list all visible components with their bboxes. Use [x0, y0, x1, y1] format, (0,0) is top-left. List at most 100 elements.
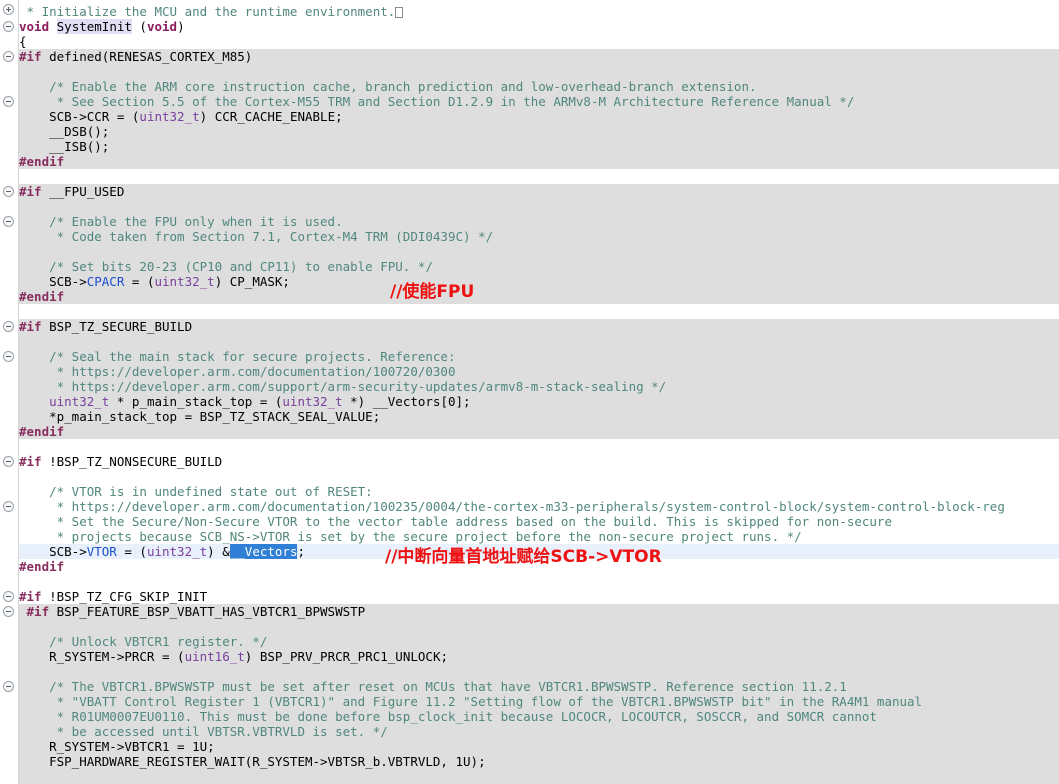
- preprocessor-directive: #endif: [19, 289, 65, 304]
- code-line[interactable]: *p_main_stack_top = BSP_TZ_STACK_SEAL_VA…: [19, 409, 380, 424]
- code-line[interactable]: FSP_HARDWARE_REGISTER_WAIT(R_SYSTEM->VBT…: [19, 754, 486, 769]
- keyword-void: void: [19, 19, 57, 34]
- code-line[interactable]: SCB->CCR = (uint32_t) CCR_CACHE_ENABLE;: [19, 109, 343, 124]
- line-text: SCB->: [19, 274, 87, 289]
- code-line[interactable]: * Code taken from Section 7.1, Cortex-M4…: [19, 229, 494, 244]
- type-token: uint32_t: [282, 394, 343, 409]
- line-text: R_SYSTEM->VBTCR1 = 1U;: [19, 739, 215, 754]
- code-line[interactable]: SCB->VTOR = (uint32_t) &__Vectors;: [19, 544, 305, 559]
- line-text: ) &: [207, 544, 230, 559]
- line-text: BSP_FEATURE_BSP_VBATT_HAS_VBTCR1_BPWSWST…: [49, 604, 366, 619]
- line-text: * Initialize the MCU and the runtime env…: [19, 4, 396, 19]
- line-text: {: [19, 34, 27, 49]
- line-text: __FPU_USED: [41, 184, 125, 199]
- collapse-fold-marker-icon[interactable]: [3, 351, 14, 362]
- code-line[interactable]: #if !BSP_TZ_CFG_SKIP_INIT: [19, 589, 207, 604]
- field-token: VTOR: [86, 544, 117, 559]
- collapse-fold-marker-icon[interactable]: [3, 321, 14, 332]
- code-line[interactable]: R_SYSTEM->VBTCR1 = 1U;: [19, 739, 215, 754]
- line-text: R_SYSTEM->PRCR = (: [19, 649, 185, 664]
- code-line[interactable]: /* The VBTCR1.BPWSWSTP must be set after…: [19, 679, 847, 694]
- code-line[interactable]: * R01UM0007EU0110. This must be done bef…: [19, 709, 877, 724]
- collapse-fold-marker-icon[interactable]: [3, 51, 14, 62]
- line-text: * R01UM0007EU0110. This must be done bef…: [19, 709, 877, 724]
- code-editor[interactable]: * Initialize the MCU and the runtime env…: [0, 0, 1059, 784]
- line-text: __ISB();: [19, 139, 110, 154]
- code-line[interactable]: * Set the Secure/Non-Secure VTOR to the …: [19, 514, 892, 529]
- line-text: ) CP_MASK;: [214, 274, 290, 289]
- preprocessor-directive: #if: [19, 589, 42, 604]
- preprocessor-directive: #if: [26, 604, 50, 619]
- code-line[interactable]: /* Enable the FPU only when it is used.: [19, 214, 343, 229]
- line-text: ) CCR_CACHE_ENABLE;: [199, 109, 343, 124]
- code-line[interactable]: * https://developer.arm.com/documentatio…: [19, 499, 1005, 514]
- collapse-fold-marker-icon[interactable]: [3, 186, 14, 197]
- code-line[interactable]: /* VTOR is in undefined state out of RES…: [19, 484, 373, 499]
- collapse-fold-marker-icon[interactable]: [3, 21, 14, 32]
- preprocessor-directive: #endif: [19, 424, 65, 439]
- code-line[interactable]: #if defined(RENESAS_CORTEX_M85): [19, 49, 252, 64]
- preprocessor-directive: #endif: [19, 559, 65, 574]
- annotation-vtor: //中断向量首地址赋给SCB->VTOR: [385, 547, 662, 567]
- collapse-fold-marker-icon[interactable]: [3, 606, 14, 617]
- keyword-void: void: [146, 19, 178, 34]
- type-token: uint32_t: [139, 109, 200, 124]
- collapse-fold-marker-icon[interactable]: [3, 216, 14, 227]
- code-line[interactable]: __DSB();: [19, 124, 109, 139]
- line-text: = (: [116, 544, 147, 559]
- type-token: uint32_t: [19, 394, 110, 409]
- collapse-fold-marker-icon[interactable]: [3, 456, 14, 467]
- code-line[interactable]: /* Set bits 20-23 (CP10 and CP11) to ena…: [19, 259, 433, 274]
- code-line[interactable]: #if __FPU_USED: [19, 184, 124, 199]
- line-text: /* The VBTCR1.BPWSWSTP must be set after…: [19, 679, 847, 694]
- code-line[interactable]: #endif: [19, 289, 64, 304]
- line-text: defined(RENESAS_CORTEX_M85): [41, 49, 253, 64]
- collapse-fold-marker-icon[interactable]: [3, 681, 14, 692]
- line-text: BSP_TZ_SECURE_BUILD: [41, 319, 193, 334]
- code-line[interactable]: * https://developer.arm.com/documentatio…: [19, 364, 456, 379]
- type-token: uint32_t: [154, 274, 215, 289]
- expand-fold-marker-icon[interactable]: [3, 4, 14, 15]
- code-line[interactable]: * https://developer.arm.com/support/arm-…: [19, 379, 667, 394]
- line-text: /* VTOR is in undefined state out of RES…: [19, 484, 373, 499]
- line-text: (: [131, 19, 147, 34]
- line-text: *p_main_stack_top = BSP_TZ_STACK_SEAL_VA…: [19, 409, 381, 424]
- field-token: CPACR: [86, 274, 125, 289]
- code-line[interactable]: __ISB();: [19, 139, 109, 154]
- code-line[interactable]: uint32_t * p_main_stack_top = (uint32_t …: [19, 394, 471, 409]
- code-line[interactable]: * be accessed until VBTSR.VBTRVLD is set…: [19, 724, 388, 739]
- preprocessor-directive: #if: [19, 319, 42, 334]
- code-line[interactable]: #if BSP_TZ_SECURE_BUILD: [19, 319, 192, 334]
- code-line[interactable]: void SystemInit (void): [19, 19, 185, 34]
- code-line[interactable]: #if !BSP_TZ_NONSECURE_BUILD: [19, 454, 222, 469]
- code-line[interactable]: {: [19, 34, 27, 49]
- collapse-fold-marker-icon[interactable]: [3, 501, 14, 512]
- code-line[interactable]: * "VBATT Control Register 1 (VBTCR1)" an…: [19, 694, 922, 709]
- code-line[interactable]: R_SYSTEM->PRCR = (uint16_t) BSP_PRV_PRCR…: [19, 649, 448, 664]
- function-name-occurrence: SystemInit: [56, 19, 132, 34]
- type-token: uint32_t: [146, 544, 208, 559]
- line-text: * https://developer.arm.com/support/arm-…: [19, 379, 667, 394]
- code-line[interactable]: * See Section 5.5 of the Cortex-M55 TRM …: [19, 94, 855, 109]
- line-text: * Set the Secure/Non-Secure VTOR to the …: [19, 514, 892, 529]
- collapse-fold-marker-icon[interactable]: [3, 96, 14, 107]
- code-line[interactable]: #endif: [19, 559, 64, 574]
- line-text: !BSP_TZ_CFG_SKIP_INIT: [41, 589, 208, 604]
- code-line[interactable]: /* Enable the ARM core instruction cache…: [19, 79, 756, 94]
- collapse-fold-marker-icon[interactable]: [3, 591, 14, 602]
- preprocessor-directive: #if: [19, 184, 42, 199]
- code-line[interactable]: /* Seal the main stack for secure projec…: [19, 349, 455, 364]
- editor-gutter[interactable]: [0, 0, 19, 784]
- line-text: * https://developer.arm.com/documentatio…: [19, 499, 1005, 514]
- unrendered-char-glyph: [395, 7, 404, 18]
- code-line[interactable]: #if BSP_FEATURE_BSP_VBATT_HAS_VBTCR1_BPW…: [19, 604, 366, 619]
- code-line[interactable]: #endif: [19, 424, 64, 439]
- selected-text[interactable]: __Vectors: [229, 544, 298, 559]
- code-line[interactable]: * Initialize the MCU and the runtime env…: [19, 4, 404, 19]
- code-line[interactable]: #endif: [19, 154, 64, 169]
- line-text: * be accessed until VBTSR.VBTRVLD is set…: [19, 724, 388, 739]
- code-line[interactable]: SCB->CPACR = (uint32_t) CP_MASK;: [19, 274, 290, 289]
- code-line[interactable]: /* Unlock VBTCR1 register. */: [19, 634, 267, 649]
- line-text: *) __Vectors[0];: [342, 394, 471, 409]
- line-text: ) BSP_PRV_PRCR_PRC1_UNLOCK;: [244, 649, 448, 664]
